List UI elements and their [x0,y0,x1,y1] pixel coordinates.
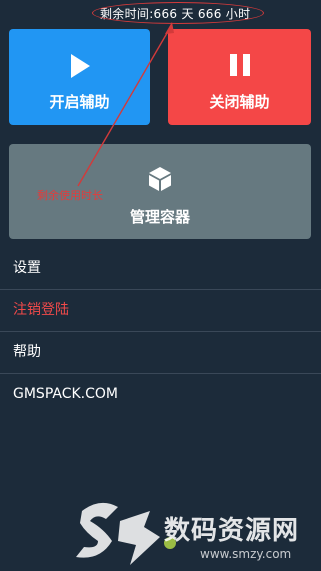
menu-item-settings[interactable]: 设置 [0,248,321,290]
annotation-ellipse [92,2,264,24]
play-icon [69,53,91,83]
menu-list: 设置 注销登陆 帮助 GMSPACK.COM [0,248,321,415]
start-assist-button[interactable]: 开启辅助 [9,29,150,125]
start-assist-label: 开启辅助 [49,93,110,111]
manage-container-label: 管理容器 [129,208,190,226]
pause-icon [229,54,251,80]
cube-icon [148,166,172,196]
menu-item-help-label: 帮助 [13,344,41,360]
menu-item-logout-label: 注销登陆 [13,302,69,318]
menu-item-settings-label: 设置 [13,260,41,276]
menu-item-help[interactable]: 帮助 [0,332,321,374]
stop-assist-label: 关闭辅助 [209,93,270,111]
menu-item-website-label: GMSPACK.COM [13,386,118,402]
menu-item-logout[interactable]: 注销登陆 [0,290,321,332]
watermark-url: www.smzy.com [200,547,292,561]
annotation-label: 剩余使用时长 [37,189,103,202]
watermark-title: 数码资源网 [164,516,300,546]
stop-assist-button[interactable]: 关闭辅助 [168,29,311,125]
menu-item-website[interactable]: GMSPACK.COM [0,374,321,415]
